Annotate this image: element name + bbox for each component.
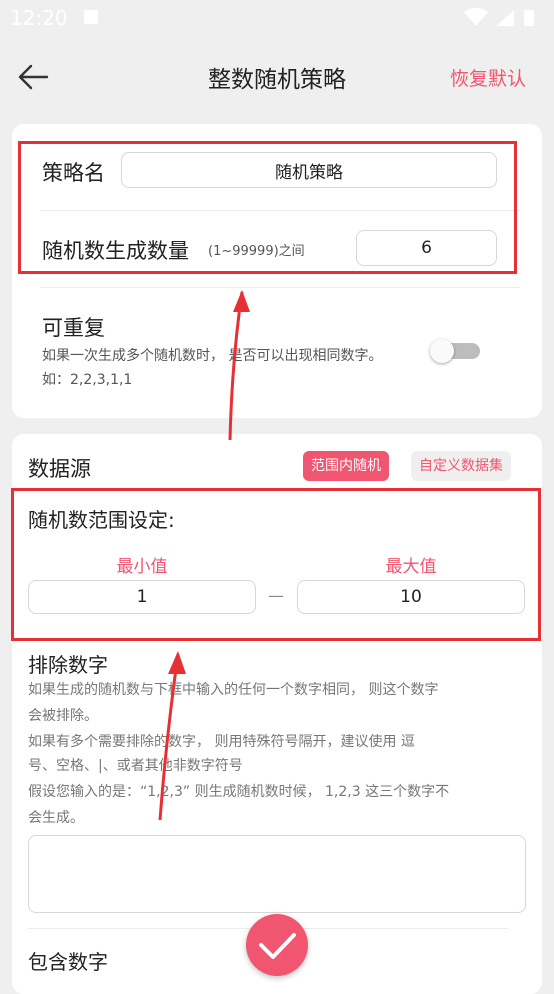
- min-value-field[interactable]: [28, 580, 256, 614]
- exclude-desc-line4: 号、空格、|、或者其他非数字符号: [28, 758, 243, 774]
- repeatable-toggle[interactable]: [430, 339, 482, 363]
- status-time: 12:20: [10, 6, 68, 30]
- count-hint: (1~99999)之间: [208, 244, 305, 259]
- min-value-label: 最小值: [116, 557, 168, 577]
- exclude-numbers-input[interactable]: [29, 836, 525, 912]
- back-arrow-icon[interactable]: [16, 60, 50, 94]
- divider: [40, 210, 520, 211]
- repeatable-title: 可重复: [42, 316, 105, 340]
- min-value-input[interactable]: [29, 581, 255, 613]
- exclude-desc-line5: 假设您输入的是：“1,2,3” 则生成随机数时候， 1,2,3 这三个数字不: [28, 784, 450, 800]
- tab-range-random[interactable]: 范围内随机: [303, 451, 389, 481]
- count-label: 随机数生成数量: [42, 239, 189, 263]
- exclude-desc-line6: 会生成。: [28, 810, 84, 826]
- max-value-field[interactable]: [297, 580, 525, 614]
- strategy-name-field[interactable]: [121, 152, 497, 188]
- count-field[interactable]: [356, 230, 497, 266]
- exclude-desc-line1: 如果生成的随机数与下框中输入的任何一个数字相同， 则这个数字: [28, 682, 439, 698]
- toggle-thumb: [430, 339, 454, 363]
- signal-icon: [496, 10, 514, 26]
- include-title: 包含数字: [28, 950, 108, 974]
- confirm-button[interactable]: [246, 914, 308, 976]
- range-separator: —: [268, 586, 284, 605]
- strategy-name-input[interactable]: [122, 153, 496, 187]
- data-source-card: 数据源 范围内随机 自定义数据集 随机数范围设定: 最小值 最大值 — 排除数字…: [12, 434, 542, 994]
- check-icon: [259, 933, 296, 959]
- battery-icon: [524, 10, 534, 26]
- strategy-card: 策略名 随机数生成数量 (1~99999)之间 可重复 如果一次生成多个随机数时…: [12, 124, 542, 418]
- exclude-numbers-field[interactable]: [28, 835, 526, 913]
- repeatable-desc-line1: 如果一次生成多个随机数时， 是否可以出现相同数字。: [42, 348, 383, 364]
- data-source-title: 数据源: [28, 457, 91, 481]
- repeatable-desc-line2: 如：2,2,3,1,1: [42, 372, 133, 388]
- range-title: 随机数范围设定:: [28, 508, 175, 532]
- exclude-title: 排除数字: [28, 653, 108, 677]
- exclude-desc-line3: 如果有多个需要排除的数字， 则用特殊符号隔开，建议使用 逗: [28, 734, 415, 750]
- strategy-name-label: 策略名: [42, 161, 105, 185]
- notification-icon: [84, 10, 98, 24]
- exclude-desc-line2: 会被排除。: [28, 708, 98, 724]
- tab-custom-dataset[interactable]: 自定义数据集: [411, 451, 511, 481]
- divider: [40, 287, 520, 288]
- status-bar: 12:20: [0, 0, 554, 36]
- max-value-label: 最大值: [385, 557, 437, 577]
- count-input[interactable]: [357, 231, 496, 265]
- max-value-input[interactable]: [298, 581, 524, 613]
- restore-default-button[interactable]: 恢复默认: [450, 64, 526, 91]
- wifi-icon: [464, 8, 488, 26]
- app-bar: 整数随机策略 恢复默认: [0, 36, 554, 116]
- status-icons: [464, 8, 534, 26]
